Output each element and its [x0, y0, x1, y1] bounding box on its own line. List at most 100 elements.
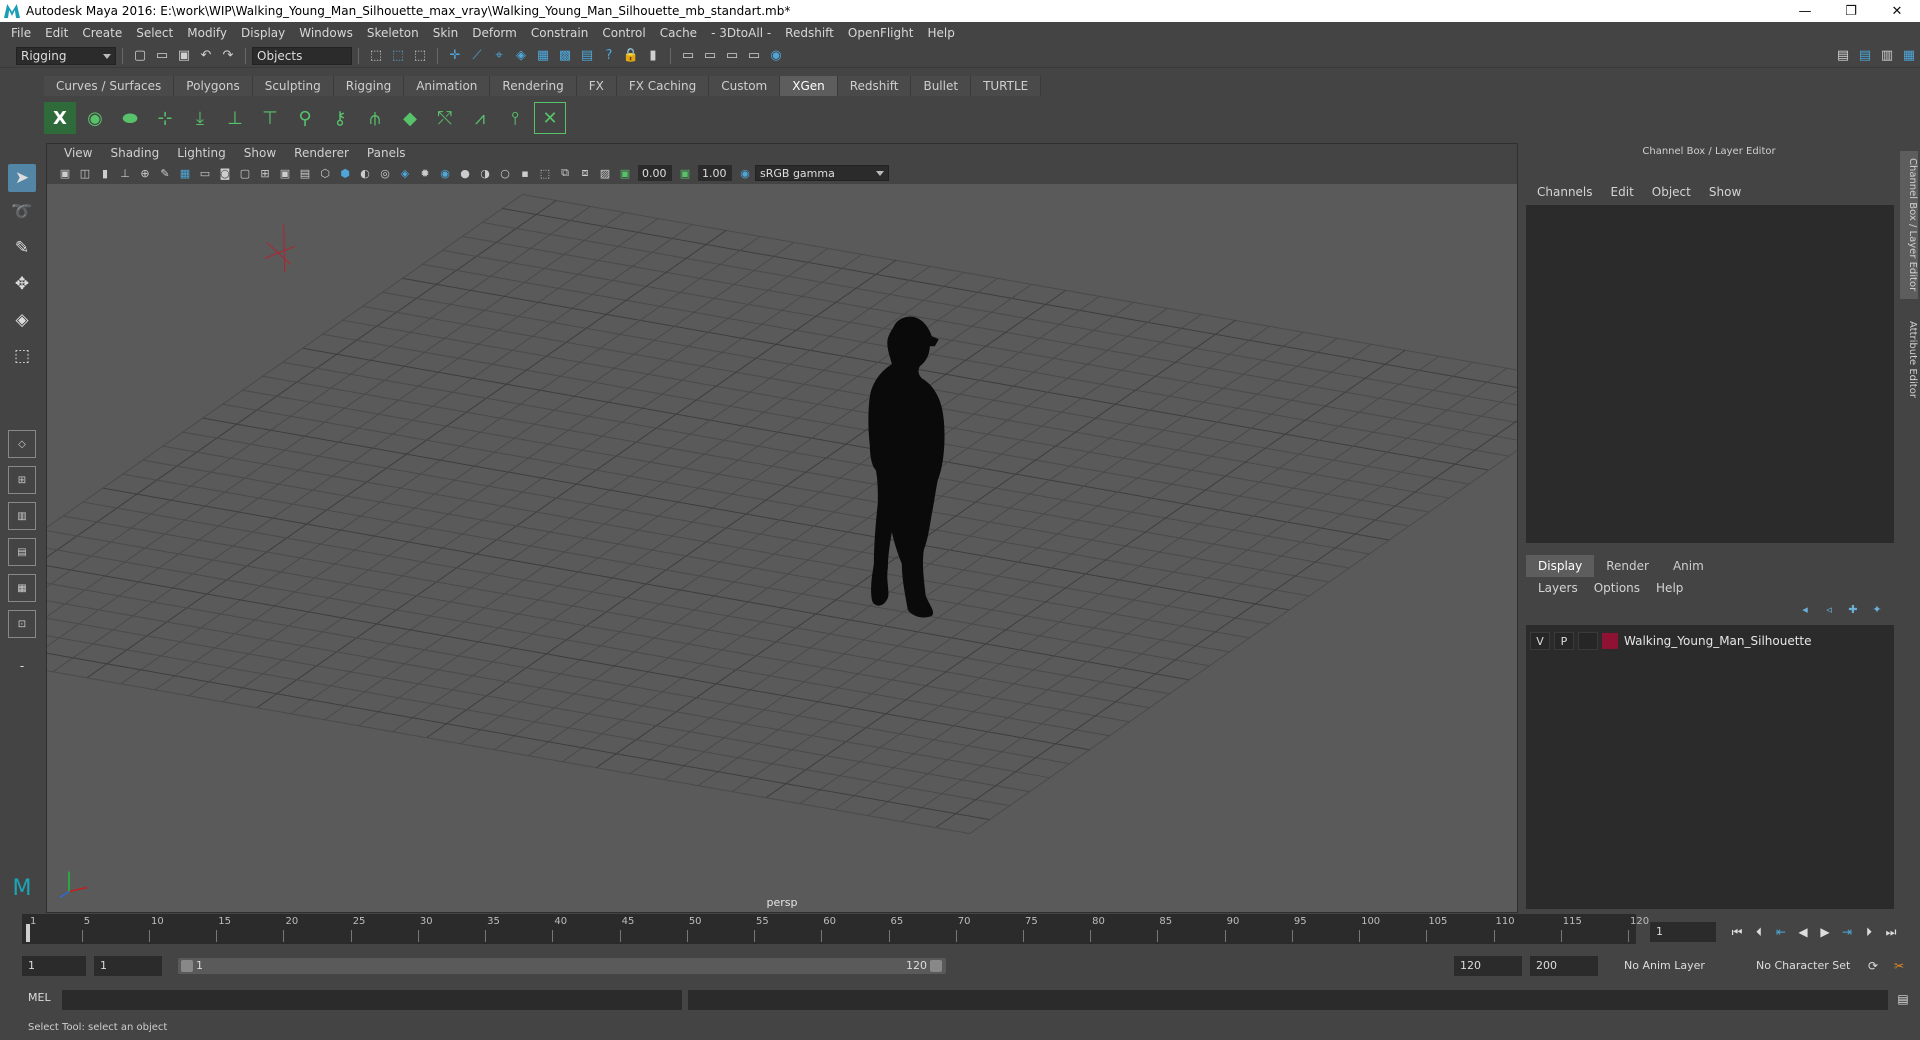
layer-playback-toggle[interactable]: P — [1554, 632, 1574, 650]
xgen-grass-icon[interactable]: ⩘ — [464, 102, 496, 134]
menu-skeleton[interactable]: Skeleton — [360, 26, 426, 40]
snap-live-icon[interactable]: ▦ — [534, 47, 552, 65]
bookmark-icon[interactable]: ▮ — [97, 165, 113, 181]
depth-of-field-icon[interactable]: ○ — [497, 165, 513, 181]
view-transform-dropdown[interactable]: sRGB gamma — [755, 165, 889, 181]
perspective-viewport[interactable]: View Shading Lighting Show Renderer Pane… — [46, 143, 1518, 913]
isolate-select-icon[interactable]: ▪ — [517, 165, 533, 181]
play-forwards-icon[interactable]: ▶ — [1814, 922, 1836, 942]
xgen-place-guide-icon[interactable]: ⊥ — [219, 102, 251, 134]
channel-menu-show[interactable]: Show — [1700, 185, 1750, 199]
viewport-scene[interactable] — [47, 184, 1517, 913]
paint-select-tool-icon[interactable]: ✎ — [8, 234, 36, 262]
shelf-tab-redshift[interactable]: Redshift — [837, 76, 912, 96]
menu-3dtoall[interactable]: - 3DtoAll - — [704, 26, 778, 40]
panel-layout-icon[interactable]: ▥ — [1878, 47, 1896, 65]
snap-curve-icon[interactable]: ⟋ — [468, 47, 486, 65]
range-bar[interactable] — [178, 958, 946, 974]
shelf-tab-rendering[interactable]: Rendering — [490, 76, 577, 96]
layer-tab-display[interactable]: Display — [1526, 555, 1595, 577]
shelf-tab-rigging[interactable]: Rigging — [333, 76, 405, 96]
side-tab-attribute-editor[interactable]: Attribute Editor — [1900, 309, 1918, 409]
menu-windows[interactable]: Windows — [292, 26, 360, 40]
xgen-comb-icon[interactable]: ⫛ — [359, 102, 391, 134]
menu-constrain[interactable]: Constrain — [524, 26, 596, 40]
xgen-curve-icon[interactable]: ✕ — [534, 102, 566, 134]
step-forward-key-icon[interactable]: ⇥ — [1836, 922, 1858, 942]
select-hierarchy-icon[interactable]: ⬚ — [367, 47, 385, 65]
wireframe-icon[interactable]: ⬡ — [317, 165, 333, 181]
menu-help[interactable]: Help — [920, 26, 961, 40]
shelf-tab-fx[interactable]: FX — [576, 76, 617, 96]
shelf-tab-polygons[interactable]: Polygons — [174, 76, 253, 96]
gamma-field[interactable]: 1.00 — [698, 165, 732, 181]
command-input[interactable] — [62, 990, 682, 1010]
xray-icon[interactable]: ⬚ — [537, 165, 553, 181]
two-d-pan-icon[interactable]: ⊕ — [137, 165, 153, 181]
render-settings-icon[interactable]: ▭ — [723, 47, 741, 65]
grid-toggle-icon[interactable]: ▦ — [177, 165, 193, 181]
xgen-length-guide-icon[interactable]: ⊤ — [254, 102, 286, 134]
menu-edit[interactable]: Edit — [38, 26, 75, 40]
backface-culling-icon[interactable]: ▨ — [597, 165, 613, 181]
redo-icon[interactable]: ↷ — [219, 47, 237, 65]
shelf-tab-xgen[interactable]: XGen — [780, 76, 838, 96]
auto-key-icon[interactable]: ⟳ — [1862, 956, 1884, 976]
ipr-render-icon[interactable]: ▭ — [701, 47, 719, 65]
anim-layer-dropdown[interactable]: No Anim Layer — [1618, 956, 1742, 976]
layer-tab-anim[interactable]: Anim — [1660, 555, 1716, 577]
move-layer-down-icon[interactable]: ◃ — [1820, 603, 1838, 619]
layer-tab-render[interactable]: Render — [1594, 555, 1661, 577]
hypershade-icon[interactable]: ▭ — [745, 47, 763, 65]
move-layer-up-icon[interactable]: ◂ — [1796, 603, 1814, 619]
walking-man-silhouette[interactable] — [868, 316, 945, 618]
safe-title-icon[interactable]: ▤ — [297, 165, 313, 181]
snap-normal-icon[interactable]: ▤ — [578, 47, 596, 65]
move-tool-icon[interactable]: ✥ — [8, 270, 36, 298]
camera-attributes-icon[interactable]: ◫ — [77, 165, 93, 181]
layer-menu-help[interactable]: Help — [1648, 581, 1691, 595]
resolution-gate-icon[interactable]: ◙ — [217, 165, 233, 181]
close-button[interactable]: ✕ — [1874, 0, 1920, 22]
screen-space-ao-icon[interactable]: ◉ — [437, 165, 453, 181]
xray-joints-icon[interactable]: ⧉ — [557, 165, 573, 181]
image-plane-icon[interactable]: ⊥ — [117, 165, 133, 181]
xray-components-icon[interactable]: ⧈ — [577, 165, 593, 181]
lasso-tool-icon[interactable]: ➰ — [8, 198, 36, 226]
use-all-lights-icon[interactable]: ◈ — [397, 165, 413, 181]
shelf-tab-curves-surfaces[interactable]: Curves / Surfaces — [44, 76, 175, 96]
play-backwards-icon[interactable]: ◀ — [1792, 922, 1814, 942]
gate-mask-icon[interactable]: ▢ — [237, 165, 253, 181]
lock-icon[interactable]: 🔒 — [622, 47, 640, 65]
exposure-field[interactable]: 0.00 — [638, 165, 672, 181]
script-language-label[interactable]: MEL — [28, 991, 51, 1004]
viewport-menu-shading[interactable]: Shading — [101, 146, 168, 160]
snap-view-plane-icon[interactable]: ◈ — [512, 47, 530, 65]
side-tab-channel-box[interactable]: Channel Box / Layer Editor — [1900, 151, 1918, 299]
xgen-editor-icon[interactable]: X — [44, 102, 76, 134]
xgen-layer-icon[interactable]: ◆ — [394, 102, 426, 134]
animation-start-field[interactable]: 1 — [22, 956, 86, 976]
shelf-tab-custom[interactable]: Custom — [709, 76, 781, 96]
xgen-add-guide-icon[interactable]: ⊹ — [149, 102, 181, 134]
menu-openflight[interactable]: OpenFlight — [841, 26, 921, 40]
playback-end-field[interactable]: 120 — [1454, 956, 1522, 976]
motion-blur-icon[interactable]: ● — [457, 165, 473, 181]
step-back-key-icon[interactable]: ⇤ — [1770, 922, 1792, 942]
viewport-menu-panels[interactable]: Panels — [358, 146, 415, 160]
menu-file[interactable]: File — [4, 26, 38, 40]
layout-icon[interactable]: ▤ — [1856, 47, 1874, 65]
character-set-dropdown[interactable]: No Character Set — [1750, 956, 1862, 976]
animation-end-field[interactable]: 200 — [1530, 956, 1598, 976]
menu-create[interactable]: Create — [75, 26, 129, 40]
channel-menu-object[interactable]: Object — [1643, 185, 1700, 199]
textured-icon[interactable]: ◎ — [377, 165, 393, 181]
field-chart-icon[interactable]: ⊞ — [257, 165, 273, 181]
more-layouts-icon[interactable]: - — [8, 652, 36, 680]
render-view-icon[interactable]: ◉ — [767, 47, 785, 65]
shelf-tab-sculpting[interactable]: Sculpting — [252, 76, 334, 96]
xgen-bend-guide-icon[interactable]: ⚲ — [289, 102, 321, 134]
new-layer-icon[interactable]: ✚ — [1844, 603, 1862, 619]
xgen-cut-icon[interactable]: ⤲ — [429, 102, 461, 134]
layer-visibility-toggle[interactable]: V — [1530, 632, 1550, 650]
